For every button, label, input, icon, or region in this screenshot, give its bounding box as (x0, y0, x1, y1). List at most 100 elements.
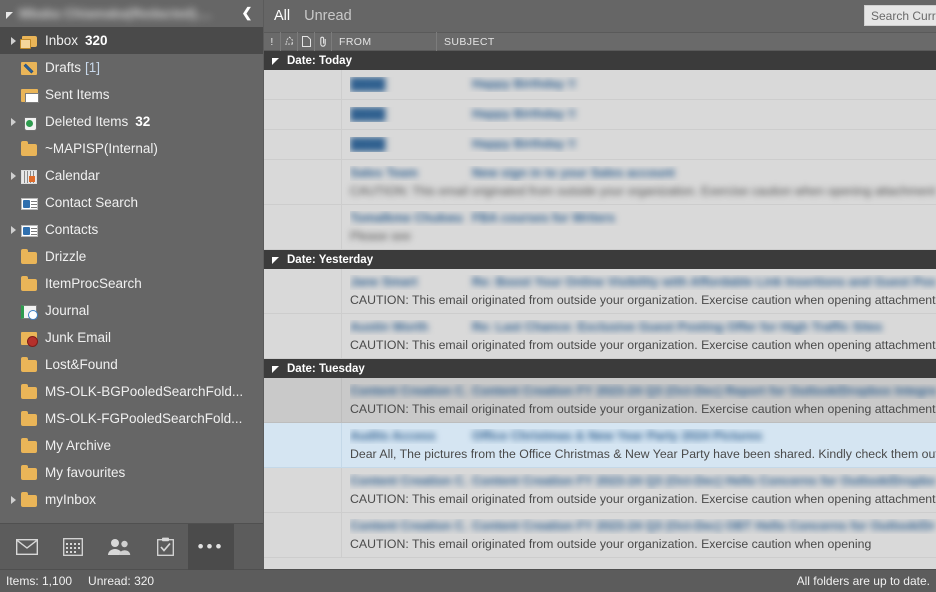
folder-unread-count: 320 (85, 33, 108, 48)
message-subject: Re: Last Chance: Exclusive Guest Posting… (472, 320, 883, 334)
message-header-line: Austin Worth Re: Last Chance: Exclusive G… (350, 320, 936, 335)
message-content: Tomalkme Chukwu FBA courses for Writers Pl… (342, 205, 936, 249)
collapse-triangle-icon (272, 366, 279, 373)
collapse-triangle-icon (272, 257, 279, 264)
paperclip-icon[interactable] (315, 32, 332, 51)
message-sender: Tomalkme Chukwu (350, 211, 463, 225)
folder-label: Deleted Items (45, 114, 129, 129)
expand-chevron-icon[interactable] (6, 37, 20, 45)
inbox-folder-icon (20, 33, 40, 49)
folder-label: Contacts (45, 222, 99, 237)
folder-item-junk-email[interactable]: Junk Email (0, 324, 263, 351)
folder-icon (20, 140, 40, 157)
message-row[interactable]: Austin Worth Re: Last Chance: Exclusive G… (264, 314, 936, 359)
message-preview: CAUTION: This email originated from outs… (350, 184, 936, 198)
expand-chevron-icon[interactable] (6, 226, 20, 234)
nav-tasks-button[interactable] (142, 524, 188, 570)
filter-bar: All Unread Search Current Mailbox (264, 0, 936, 32)
folder-icon (20, 248, 40, 265)
folder-list: Inbox 320 Drafts [1] Sent Items Deleted Items… (0, 27, 263, 523)
account-root-node[interactable]: Mbaka Chiamaka(Redacted).... (0, 0, 263, 27)
group-header-label: Date: Tuesday (287, 362, 365, 375)
folder-item-myinbox[interactable]: myInbox (0, 486, 263, 513)
nav-more-button[interactable]: ••• (188, 523, 234, 570)
folder-item-my-favourites[interactable]: My favourites (0, 459, 263, 486)
group-header[interactable]: Date: Today (264, 51, 936, 70)
folder-icon (20, 356, 40, 373)
row-gutter (264, 269, 342, 313)
column-subject[interactable]: SUBJECT (437, 32, 936, 51)
folder-item-calendar[interactable]: Calendar (0, 162, 263, 189)
message-list[interactable]: Date: Today ████ Happy Birthday !! ████ Happ… (264, 51, 936, 569)
row-gutter (264, 378, 342, 422)
chevron-left-icon[interactable]: ❮ (237, 2, 257, 24)
message-subject: Re: Boost Your Online Visibility with Af… (472, 275, 936, 289)
message-row[interactable]: ████ Happy Birthday !! (264, 70, 936, 100)
folder-item-drafts[interactable]: Drafts [1] (0, 54, 263, 81)
message-row[interactable]: Content Creation C. Content Creation FY 2… (264, 378, 936, 423)
folder-item-ms-olk-fgpooledsearchfold[interactable]: MS-OLK-FGPooledSearchFold... (0, 405, 263, 432)
folder-item-drizzle[interactable]: Drizzle (0, 243, 263, 270)
message-subject: Happy Birthday !! (472, 77, 577, 91)
tasks-icon (156, 537, 174, 556)
folder-item-contact-search[interactable]: Contact Search (0, 189, 263, 216)
nav-people-button[interactable] (96, 524, 142, 570)
folder-item-lost-found[interactable]: Lost&Found (0, 351, 263, 378)
folder-unread-count: 32 (135, 114, 151, 129)
group-header[interactable]: Date: Yesterday (264, 250, 936, 269)
folder-item-deleted-items[interactable]: Deleted Items 32 (0, 108, 263, 135)
message-header-line: Content Creation C. Content Creation FY 2… (350, 519, 936, 534)
expand-chevron-icon[interactable] (6, 118, 20, 126)
message-header-line: ████ Happy Birthday !! (350, 77, 936, 92)
folder-item-inbox[interactable]: Inbox 320 (0, 27, 263, 54)
contact-card-icon (20, 195, 40, 211)
folder-item-my-archive[interactable]: My Archive (0, 432, 263, 459)
folder-label: Sent Items (45, 87, 110, 102)
folder-item-journal[interactable]: Journal (0, 297, 263, 324)
message-row[interactable]: Audits Access Office Christmas & New Year… (264, 423, 936, 468)
folder-item-sent-items[interactable]: Sent Items (0, 81, 263, 108)
message-row[interactable]: Sales Team New sign in to your Sales acco… (264, 160, 936, 205)
folder-label: Drafts (45, 60, 82, 75)
message-sender: Content Creation C. (350, 384, 468, 398)
drafts-folder-icon (20, 60, 40, 76)
expand-chevron-icon[interactable] (6, 496, 20, 504)
folder-item-contacts[interactable]: Contacts (0, 216, 263, 243)
message-row[interactable]: ████ Happy Birthday !! (264, 130, 936, 160)
nav-mail-button[interactable] (4, 524, 50, 570)
message-row[interactable]: Jane Smart Re: Boost Your Online Visibili… (264, 269, 936, 314)
reminder-icon[interactable] (281, 32, 298, 51)
folder-label: My Archive (45, 438, 112, 453)
group-header[interactable]: Date: Tuesday (264, 359, 936, 378)
folder-item-itemprocsearch[interactable]: ItemProcSearch (0, 270, 263, 297)
nav-calendar-button[interactable] (50, 524, 96, 570)
message-row[interactable]: Content Creation C. Content Creation FY 2… (264, 513, 936, 558)
folder-label: Junk Email (45, 330, 112, 345)
group-header-label: Date: Yesterday (287, 253, 374, 266)
search-input[interactable]: Search Current Mailbox (864, 5, 936, 26)
folder-item-mapisp-internal[interactable]: ~MAPISP(Internal) (0, 135, 263, 162)
folder-icon (20, 275, 40, 292)
document-icon[interactable] (298, 32, 315, 51)
expand-chevron-icon[interactable] (6, 172, 20, 180)
folder-item-ms-olk-bgpooledsearchfold[interactable]: MS-OLK-BGPooledSearchFold... (0, 378, 263, 405)
folder-pane: ❮ Mbaka Chiamaka(Redacted).... Inbox 320 D… (0, 0, 264, 570)
message-sender: Jane Smart (350, 275, 418, 289)
column-from[interactable]: FROM (332, 32, 437, 51)
message-row[interactable]: Content Creation C. Content Creation FY 2… (264, 468, 936, 513)
column-importance[interactable]: ! (264, 32, 281, 51)
folder-label: Lost&Found (45, 357, 118, 372)
folder-label: Calendar (45, 168, 100, 183)
filter-unread[interactable]: Unread (302, 8, 354, 24)
message-preview: CAUTION: This email originated from outs… (350, 537, 872, 551)
row-gutter (264, 130, 342, 159)
message-row[interactable]: Tomalkme Chukwu FBA courses for Writers Pl… (264, 205, 936, 250)
message-row[interactable]: ████ Happy Birthday !! (264, 100, 936, 130)
mail-icon (16, 538, 38, 555)
folder-label: myInbox (45, 492, 97, 507)
message-sender: ████ (350, 77, 386, 91)
filter-all[interactable]: All (272, 8, 292, 24)
window-body: ❮ Mbaka Chiamaka(Redacted).... Inbox 320 D… (0, 0, 936, 570)
folder-label: Drizzle (45, 249, 87, 264)
status-items-count: Items: 1,100 (6, 574, 73, 588)
